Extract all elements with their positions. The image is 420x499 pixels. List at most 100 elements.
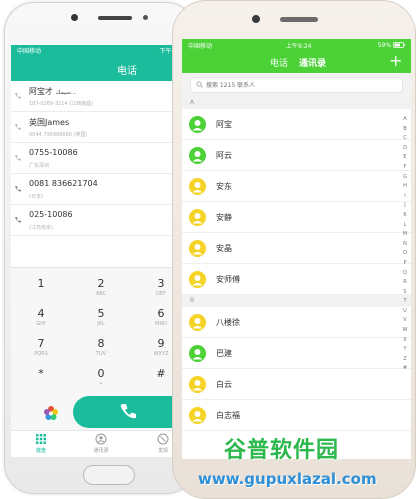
contact-name: 阿宝 <box>216 120 232 129</box>
add-contact-button[interactable]: + <box>389 52 402 70</box>
tab-label: 通讯录 <box>93 448 109 454</box>
call-detail: 0044 795986666 (英国) <box>29 132 88 138</box>
search-icon <box>196 81 203 88</box>
key-4[interactable]: 4 GHI <box>11 302 71 333</box>
call-log-list: 阿宝才 سيمك... 187-0269-3214 (江西南昌) 英国James… <box>11 81 191 236</box>
index-letter[interactable]: K <box>401 211 409 221</box>
index-letter[interactable]: V <box>401 316 409 326</box>
contact-row[interactable]: 安东 <box>182 171 411 202</box>
status-bar: 中国移动 下午4:29 <box>11 45 191 55</box>
index-letter[interactable]: R <box>401 278 409 288</box>
call-name: 0081 836621704 <box>29 179 98 188</box>
index-letter[interactable]: I <box>401 192 409 202</box>
bottom-tab-bar: 键盘 通讯录 发现 <box>11 430 191 457</box>
index-letter[interactable]: Z <box>401 355 409 365</box>
index-letter[interactable]: Y <box>401 345 409 355</box>
tab-label: 键盘 <box>35 448 46 454</box>
index-letter[interactable]: E <box>401 153 409 163</box>
index-letter[interactable]: N <box>401 240 409 250</box>
status-bar: 中国移动 上午9:24 59% <box>182 39 411 51</box>
call-log-item[interactable]: 英国James 0044 795986666 (英国) <box>11 112 191 143</box>
index-letter[interactable]: H <box>401 182 409 192</box>
index-letter[interactable]: G <box>401 173 409 183</box>
index-letter[interactable]: J <box>401 201 409 211</box>
key-8[interactable]: 8 TUV <box>71 332 131 363</box>
tab-keypad[interactable]: 键盘 <box>21 433 61 454</box>
call-detail: (江苏南京) <box>29 225 53 231</box>
contact-row[interactable]: 安师傅 <box>182 264 411 295</box>
battery-percent: 59% <box>377 41 392 49</box>
avatar <box>189 147 206 164</box>
discover-icon <box>157 433 169 445</box>
key-2[interactable]: 2 ABC <box>71 272 131 303</box>
contact-row[interactable]: 白志福 <box>182 400 411 431</box>
phone-icon <box>14 216 22 224</box>
index-letter[interactable]: M <box>401 230 409 240</box>
key-5[interactable]: 5 JKL <box>71 302 131 333</box>
contact-row[interactable]: 阿宝 <box>182 109 411 140</box>
battery-label: 59% <box>378 42 405 49</box>
contact-row[interactable]: 安晶 <box>182 233 411 264</box>
tab-contacts[interactable]: 通讯录 <box>81 433 121 454</box>
call-name: 025-10086 <box>29 210 73 219</box>
contact-name: 白志福 <box>216 411 240 420</box>
call-name: 0755-10086 <box>29 148 78 157</box>
avatar <box>189 240 206 257</box>
app-header: 电话 <box>11 55 191 81</box>
index-letter[interactable]: W <box>401 326 409 336</box>
dial-keypad: 1 2 ABC 3 DEF 4 GHI 5 JKL 6 MNO 7 PQRS 8 TUV 9W… <box>11 267 191 392</box>
battery-icon <box>393 42 405 48</box>
call-log-item[interactable]: 阿宝才 سيمك... 187-0269-3214 (江西南昌) <box>11 81 191 112</box>
contact-row[interactable]: 白云 <box>182 369 411 400</box>
index-letter[interactable]: P <box>401 259 409 269</box>
index-letter[interactable]: T <box>401 297 409 307</box>
call-log-item[interactable]: 0081 836621704 (日本) <box>11 174 191 205</box>
key-0[interactable]: 0 + <box>71 362 131 393</box>
home-button[interactable] <box>83 465 135 485</box>
index-letter[interactable]: B <box>401 125 409 135</box>
index-letter[interactable]: A <box>401 115 409 125</box>
earpiece-speaker <box>280 17 318 22</box>
call-log-item[interactable]: 025-10086 (江苏南京) <box>11 205 191 236</box>
watermark-url: www.gupuxlazal.com <box>198 470 377 488</box>
iphone-screen: 中国移动 上午9:24 59% 电话 通讯录 + 搜索 1215 联系人 A 阿… <box>182 39 411 459</box>
alphabet-index[interactable]: A B C D E F G H I J K L M N O P Q R S T U V W X Y Z # <box>401 115 409 374</box>
tab-phone[interactable]: 电话 <box>270 56 288 69</box>
tab-contacts[interactable]: 通讯录 <box>299 56 326 69</box>
outgoing-call-icon <box>14 123 22 131</box>
earpiece-speaker <box>98 16 132 20</box>
call-detail: 广东深圳 <box>29 163 50 169</box>
call-log-item[interactable]: 0755-10086 广东深圳 <box>11 143 191 174</box>
index-letter[interactable]: Q <box>401 269 409 279</box>
avatar <box>189 314 206 331</box>
index-letter[interactable]: C <box>401 134 409 144</box>
index-letter[interactable]: X <box>401 336 409 346</box>
carrier-label: 中国移动 <box>17 47 42 55</box>
key-star[interactable]: * <box>11 362 71 393</box>
status-time: 上午9:24 <box>286 42 312 50</box>
iphone: 中国移动 上午9:24 59% 电话 通讯录 + 搜索 1215 联系人 A 阿… <box>172 0 416 499</box>
search-bar <box>182 73 411 97</box>
apps-flower-icon[interactable] <box>43 405 59 421</box>
dialpad-icon <box>36 434 46 444</box>
search-input[interactable] <box>206 79 356 91</box>
contact-row[interactable]: 阿云 <box>182 140 411 171</box>
front-camera <box>71 14 78 21</box>
call-name: 阿宝才 سيمك... <box>29 87 77 96</box>
site-watermark: 谷普软件园 www.gupuxlazal.com <box>198 432 418 496</box>
front-camera <box>252 15 260 23</box>
header-title: 电话 <box>117 66 137 77</box>
contact-row[interactable]: 巴建 <box>182 338 411 369</box>
index-letter[interactable]: S <box>401 288 409 298</box>
index-letter[interactable]: F <box>401 163 409 173</box>
index-letter[interactable]: # <box>401 364 409 374</box>
index-letter[interactable]: L <box>401 221 409 231</box>
key-1[interactable]: 1 <box>11 272 71 303</box>
index-letter[interactable]: U <box>401 307 409 317</box>
contact-row[interactable]: 安静 <box>182 202 411 233</box>
key-7[interactable]: 7 PQRS <box>11 332 71 363</box>
index-letter[interactable]: D <box>401 144 409 154</box>
index-letter[interactable]: O <box>401 249 409 259</box>
android-screen: 中国移动 下午4:29 电话 阿宝才 سيمك... 187-0269-3214… <box>11 45 191 457</box>
contact-row[interactable]: 八楼徐 <box>182 307 411 338</box>
